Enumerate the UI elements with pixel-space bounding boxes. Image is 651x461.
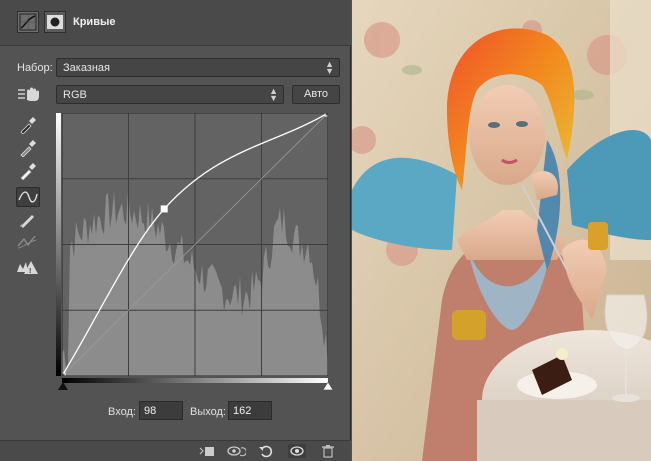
preset-label: Набор: <box>17 62 53 74</box>
trash-icon[interactable] <box>320 444 336 458</box>
select-arrows-icon: ▲ ▼ <box>325 59 334 76</box>
input-label: Вход: <box>108 406 136 418</box>
pencil-icon[interactable] <box>16 210 40 230</box>
reset-icon[interactable] <box>258 444 274 458</box>
curve-point-icon[interactable] <box>16 187 40 207</box>
curve-control-point[interactable] <box>160 205 168 213</box>
black-point-slider-icon[interactable] <box>58 382 68 390</box>
layer-mask-icon[interactable] <box>44 11 66 33</box>
clipping-warning-icon[interactable]: ! <box>16 258 40 278</box>
preset-value: Заказная <box>63 62 111 74</box>
select-arrows-icon: ▲ ▼ <box>269 86 278 103</box>
auto-button[interactable]: Авто <box>292 85 340 104</box>
panel-title: Кривые <box>73 16 116 28</box>
curves-properties-panel: Кривые Набор: Заказная ▲ ▼ RGB ▲ ▼ Авто ! <box>0 0 351 461</box>
preset-select[interactable]: Заказная ▲ ▼ <box>56 58 340 77</box>
panel-header: Кривые <box>0 0 351 46</box>
smooth-icon[interactable] <box>16 233 40 253</box>
curves-graph[interactable] <box>62 113 328 376</box>
input-field[interactable]: 98 <box>139 401 183 420</box>
svg-text:!: ! <box>29 268 31 275</box>
target-adjustment-hand-icon[interactable] <box>17 86 43 102</box>
eyedropper-white-icon[interactable] <box>16 162 40 182</box>
panel-footer <box>0 440 351 461</box>
portrait-photo <box>352 0 651 461</box>
channel-value: RGB <box>63 89 87 101</box>
curves-adjustment-icon[interactable] <box>17 11 39 33</box>
document-canvas[interactable] <box>352 0 651 461</box>
output-label: Выход: <box>190 406 226 418</box>
eyedropper-gray-icon[interactable] <box>16 139 40 159</box>
eyedropper-black-icon[interactable] <box>16 116 40 136</box>
output-field[interactable]: 162 <box>228 401 272 420</box>
clip-to-layer-icon[interactable] <box>199 444 215 458</box>
channel-select[interactable]: RGB ▲ ▼ <box>56 85 284 104</box>
white-point-slider-icon[interactable] <box>323 382 333 390</box>
output-gradient-bar <box>56 113 61 376</box>
view-previous-state-icon[interactable] <box>226 444 247 458</box>
input-gradient-bar <box>62 378 328 383</box>
visibility-eye-icon[interactable] <box>288 444 306 458</box>
